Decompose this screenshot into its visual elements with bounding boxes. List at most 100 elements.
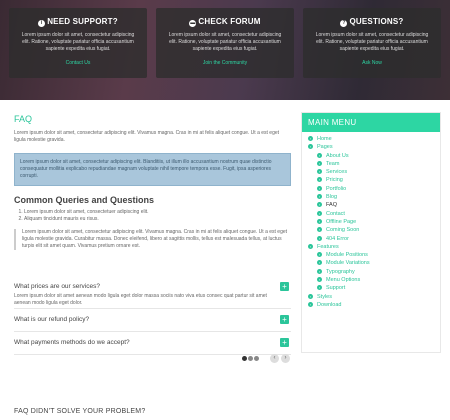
bottom-heading: FAQ DIDN'T SOLVE YOUR PROBLEM?	[14, 408, 146, 415]
chevron-right-icon: ›	[317, 235, 322, 241]
chevron-right-icon: ›	[317, 218, 322, 224]
contact-us-link[interactable]: Contact Us	[9, 60, 147, 66]
chevron-right-icon: ›	[308, 136, 313, 141]
question-icon: ?	[340, 20, 348, 27]
list-item: Aliquam tincidunt mauris eu risus.	[24, 216, 291, 223]
faq-content: FAQ Lorem ipsum dolor sit amet, consecte…	[14, 114, 291, 250]
chevron-right-icon: ›	[317, 260, 322, 266]
support-card-title: NEED SUPPORT?	[47, 17, 118, 26]
sidebar-item-label: Styles	[317, 293, 332, 300]
main-menu-title: MAIN MENU	[302, 113, 440, 132]
sidebar-item-faq[interactable]: › FAQ	[308, 201, 434, 209]
chevron-right-icon: ›	[308, 243, 313, 249]
info-icon: i	[38, 20, 46, 27]
comments-icon: ▬	[189, 20, 197, 27]
intro-text: Lorem ipsum dolor sit amet, consectetur …	[14, 130, 280, 143]
sidebar-item-label: Download	[317, 301, 342, 308]
chevron-right-icon: ›	[317, 152, 322, 158]
sidebar-item-download[interactable]: › Download	[308, 301, 434, 309]
sidebar-item-menu-options[interactable]: › Menu Options	[308, 276, 434, 284]
chevron-right-icon: ›	[317, 160, 322, 166]
carousel-dots	[242, 356, 260, 363]
sidebar-item-label: 404 Error	[326, 235, 349, 242]
sidebar-item-services[interactable]: › Services	[308, 168, 434, 176]
main-menu-list: › Home › Pages › About Us › Team › Services › Prici…	[302, 132, 440, 309]
page-title: FAQ	[14, 114, 33, 124]
chevron-right-icon: ›	[317, 277, 322, 283]
faq-accordion: What prices are our services? + Lorem ip…	[14, 276, 291, 355]
sidebar-item-label: Features	[317, 243, 339, 250]
questions-card-text: Lorem ipsum dolor sit amet, consectetur …	[315, 32, 429, 52]
sidebar-item-label: Typography	[326, 268, 355, 275]
faq-question[interactable]: What payments methods do we accept?	[14, 339, 130, 346]
sidebar-item-label: Module Positions	[326, 252, 368, 259]
faq-question[interactable]: What prices are our services?	[14, 283, 100, 290]
chevron-right-icon: ›	[317, 268, 322, 274]
chevron-right-icon: ›	[308, 144, 313, 150]
support-card-text: Lorem ipsum dolor sit amet, consectetur …	[21, 32, 135, 52]
section-title: Common Queries and Questions	[14, 195, 155, 205]
sidebar-item-team[interactable]: › Team	[308, 160, 434, 168]
carousel-arrows: ‹ ›	[270, 354, 292, 363]
sidebar-item-label: Offline Page	[326, 218, 357, 225]
plus-icon[interactable]: +	[280, 315, 289, 324]
chevron-right-icon: ›	[308, 293, 313, 299]
sidebar-item-label: Portfolio	[326, 185, 347, 192]
sidebar-item-support[interactable]: › Support	[308, 284, 434, 292]
sidebar-item-portfolio[interactable]: › Portfolio	[308, 185, 434, 193]
sidebar-item-home[interactable]: › Home	[308, 135, 434, 143]
sidebar-item-module-variations[interactable]: › Module Variations	[308, 259, 434, 267]
sidebar-item-label: Module Variations	[326, 260, 370, 267]
hero-banner: i NEED SUPPORT? Lorem ipsum dolor sit ame…	[0, 0, 450, 100]
sidebar-item-label: Support	[326, 285, 346, 292]
sidebar-item-module-positions[interactable]: › Module Positions	[308, 251, 434, 259]
forum-card: ▬ CHECK FORUM Lorem ipsum dolor sit amet,…	[156, 8, 294, 78]
sidebar-item-label: Menu Options	[326, 277, 361, 284]
sidebar-item-label: Team	[326, 160, 340, 167]
chevron-right-icon: ›	[317, 285, 322, 291]
plus-icon[interactable]: +	[280, 338, 289, 347]
chevron-right-icon: ›	[317, 252, 322, 258]
carousel-dot[interactable]	[254, 356, 259, 361]
questions-card-title: QUESTIONS?	[349, 17, 404, 26]
chevron-left-icon[interactable]: ‹	[270, 354, 279, 363]
carousel-dot[interactable]	[242, 356, 247, 361]
forum-card-text: Lorem ipsum dolor sit amet, consectetur …	[168, 32, 282, 52]
faq-item-payments[interactable]: What payments methods do we accept? +	[14, 332, 291, 355]
sidebar-item-pricing[interactable]: › Pricing	[308, 176, 434, 184]
ordered-list: Lorem ipsum dolor sit amet, consectetuer…	[14, 209, 291, 223]
sidebar-item-offline-page[interactable]: › Offline Page	[308, 218, 434, 226]
sidebar-item-contact[interactable]: › Contact	[308, 210, 434, 218]
carousel-dot[interactable]	[248, 356, 253, 361]
sidebar-item-label: Services	[326, 169, 348, 176]
plus-icon[interactable]: +	[280, 282, 289, 291]
main-menu-panel: MAIN MENU › Home › Pages › About Us › Team › Serv…	[301, 112, 441, 353]
sidebar-item-pages[interactable]: › Pages	[308, 143, 434, 151]
sidebar-item-styles[interactable]: › Styles	[308, 293, 434, 301]
sidebar-item-coming-soon[interactable]: › Coming Soon	[308, 226, 434, 234]
sidebar-item-label: About Us	[326, 152, 349, 159]
questions-card: ? QUESTIONS? Lorem ipsum dolor sit amet, …	[303, 8, 441, 78]
support-card: i NEED SUPPORT? Lorem ipsum dolor sit ame…	[9, 8, 147, 78]
sidebar-item-features[interactable]: › Features	[308, 243, 434, 251]
sidebar-item-label: Home	[317, 136, 332, 142]
sidebar-item-typography[interactable]: › Typography	[308, 268, 434, 276]
faq-question[interactable]: What is our refund policy?	[14, 316, 89, 323]
faq-item-refund[interactable]: What is our refund policy? +	[14, 309, 291, 332]
blockquote: Lorem ipsum dolor sit amet, consectetur …	[14, 229, 291, 250]
chevron-right-icon: ›	[308, 301, 313, 307]
chevron-right-icon[interactable]: ›	[281, 354, 290, 363]
join-community-link[interactable]: Join the Community	[156, 60, 294, 66]
faq-answer: Lorem ipsum dolor sit amet aenean modo l…	[14, 293, 267, 306]
sidebar-item-label: Pages	[317, 144, 333, 151]
chevron-right-icon: ›	[317, 177, 322, 183]
sidebar-item-blog[interactable]: › Blog	[308, 193, 434, 201]
chevron-right-icon: ›	[317, 210, 322, 216]
chevron-right-icon: ›	[317, 227, 322, 233]
sidebar-item-about-us[interactable]: › About Us	[308, 152, 434, 160]
main-area: FAQ Lorem ipsum dolor sit amet, consecte…	[0, 100, 450, 420]
sidebar-item-404-error[interactable]: › 404 Error	[308, 235, 434, 243]
faq-item-prices[interactable]: What prices are our services? + Lorem ip…	[14, 276, 291, 309]
sidebar-item-label: FAQ	[326, 202, 338, 209]
ask-now-link[interactable]: Ask Now	[303, 60, 441, 66]
